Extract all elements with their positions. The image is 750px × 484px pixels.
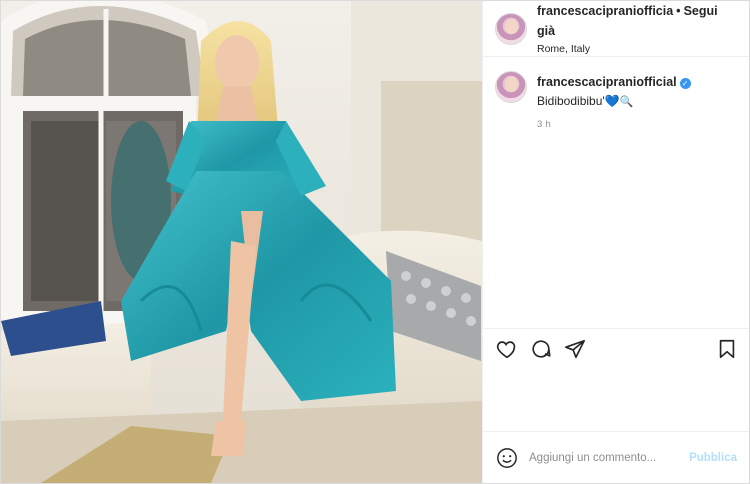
publish-button[interactable]: Pubblica xyxy=(689,452,737,464)
bookmark-icon xyxy=(719,339,735,359)
caption-avatar[interactable] xyxy=(495,71,527,103)
caption-text: Bidibodibibu'💙🔍 xyxy=(537,93,691,110)
caption-body: francescacipraniofficial ✓ Bidibodibibu'💙… xyxy=(537,71,691,109)
share-button[interactable] xyxy=(561,335,589,363)
speech-bubble-icon xyxy=(532,339,551,358)
location-link[interactable]: Rome, Italy xyxy=(537,43,737,56)
photo-illustration xyxy=(1,1,482,483)
likes-spacer xyxy=(483,368,749,431)
post-timestamp[interactable]: 3 h xyxy=(537,119,737,130)
verified-badge-icon: ✓ xyxy=(679,78,691,89)
profile-avatar[interactable] xyxy=(495,12,527,45)
comments-area: francescacipraniofficial ✓ Bidibodibibu'💙… xyxy=(483,57,749,328)
header-text: francescacipraniofficia • Segui già Rome, … xyxy=(537,1,737,56)
magnifier-emoji-icon: 🔍 xyxy=(619,95,634,108)
like-button[interactable] xyxy=(493,335,521,363)
paper-plane-icon xyxy=(565,339,585,358)
post-photo[interactable] xyxy=(1,1,482,483)
header-separator: • xyxy=(676,3,681,18)
caption-row: francescacipraniofficial ✓ Bidibodibibu'💙… xyxy=(495,71,737,109)
comment-button[interactable] xyxy=(527,335,555,363)
smiley-icon xyxy=(497,447,517,468)
caption-username[interactable]: francescacipraniofficial xyxy=(537,75,677,89)
post-header: francescacipraniofficia • Segui già Rome, … xyxy=(483,1,749,57)
instagram-post: francescacipraniofficia • Segui già Rome, … xyxy=(0,0,750,484)
caption-words: Bidibodibibu' xyxy=(537,93,605,108)
save-button[interactable] xyxy=(713,335,741,363)
post-side-panel: francescacipraniofficia • Segui già Rome, … xyxy=(482,1,749,483)
heart-outline-icon xyxy=(496,340,516,358)
emoji-picker-button[interactable] xyxy=(495,446,519,470)
header-username[interactable]: francescacipraniofficia xyxy=(537,4,673,18)
add-comment-bar: Pubblica xyxy=(483,431,749,483)
action-bar xyxy=(483,328,749,368)
comment-input[interactable] xyxy=(529,451,690,464)
blue-heart-emoji-icon: 💙 xyxy=(604,93,620,108)
